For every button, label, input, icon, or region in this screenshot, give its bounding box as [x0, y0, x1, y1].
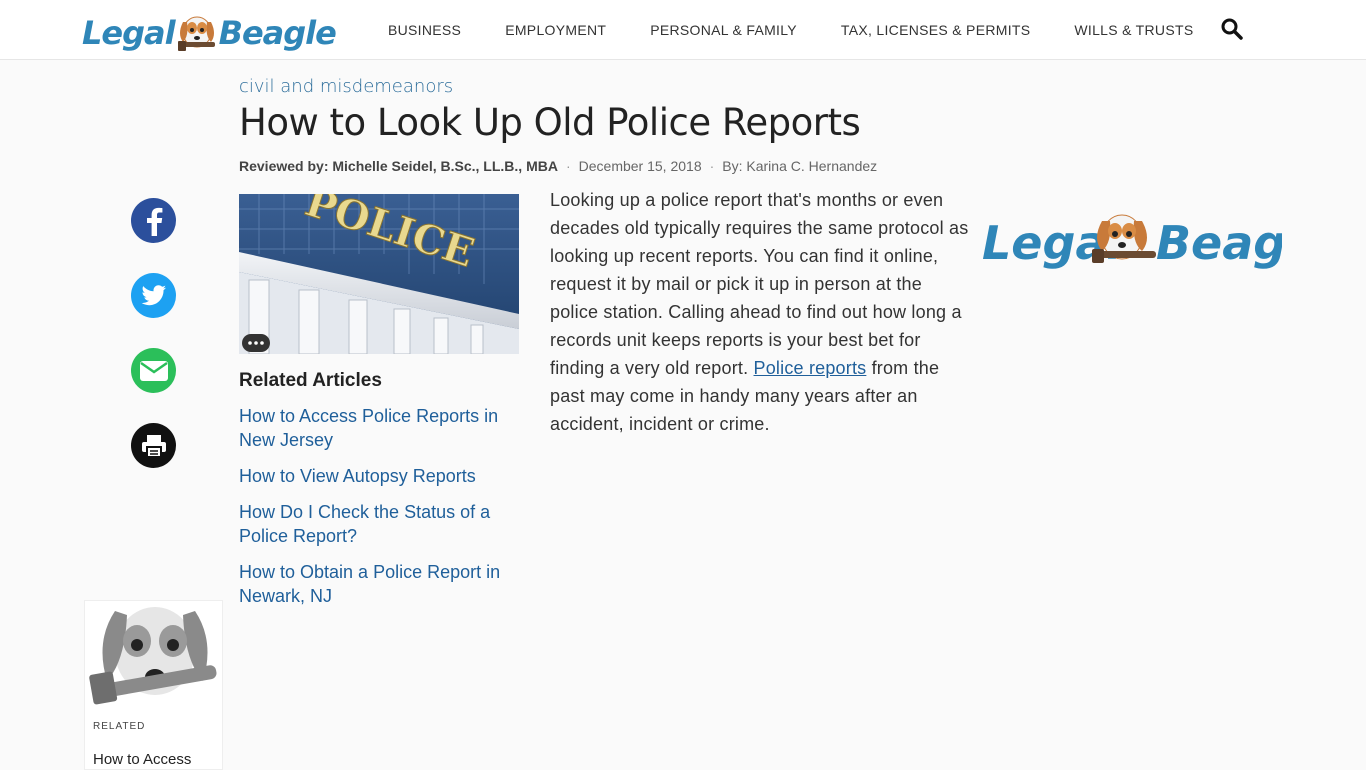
email-share-button[interactable]	[131, 348, 176, 393]
police-building-image: POLICE	[239, 194, 519, 354]
related-card[interactable]: RELATED How to Access	[84, 600, 223, 770]
nav-employment[interactable]: EMPLOYMENT	[505, 22, 606, 38]
related-articles-heading: Related Articles	[239, 370, 382, 391]
site-logo[interactable]: Legal Beagle	[82, 9, 337, 57]
site-header: Legal Beagle BUSINESS EMPLOYMENT PERSONA…	[0, 0, 1366, 60]
ad-logo-text-right: Beagle	[1156, 216, 1282, 270]
related-article-link[interactable]: How to View Autopsy Reports	[239, 464, 519, 488]
beagle-logo-icon	[177, 16, 215, 51]
author-link[interactable]: By: Karina C. Hernandez	[722, 158, 877, 174]
related-article-link[interactable]: How Do I Check the Status of a Police Re…	[239, 500, 519, 548]
print-button[interactable]	[131, 423, 176, 468]
beagle-mascot-icon	[89, 607, 217, 705]
reviewed-by: Reviewed by: Michelle Seidel, B.Sc., LL.…	[239, 158, 558, 174]
related-card-title: How to Access	[93, 751, 192, 768]
meta-separator: ·	[565, 158, 571, 174]
legalbeagle-logo-image: Legal Beagle	[982, 214, 1333, 270]
twitter-share-button[interactable]	[131, 273, 176, 318]
nav-business[interactable]: BUSINESS	[388, 22, 461, 38]
hero-image: POLICE	[239, 194, 519, 354]
article-meta: Reviewed by: Michelle Seidel, B.Sc., LL.…	[239, 158, 877, 174]
sidebar-logo-ad[interactable]: Legal Beagle	[982, 205, 1333, 280]
related-article-link[interactable]: How to Access Police Reports in New Jers…	[239, 404, 519, 452]
nav-personal-family[interactable]: PERSONAL & FAMILY	[650, 22, 797, 38]
publish-date: December 15, 2018	[578, 158, 702, 174]
social-share-bar	[131, 198, 176, 498]
search-icon	[1221, 18, 1243, 40]
search-button[interactable]	[1220, 17, 1244, 41]
image-options-button[interactable]	[242, 334, 270, 352]
nav-tax-licenses-permits[interactable]: TAX, LICENSES & PERMITS	[841, 22, 1030, 38]
page-title: How to Look Up Old Police Reports	[239, 101, 861, 144]
body-text-part: Looking up a police report that's months…	[550, 190, 969, 378]
article-category-link[interactable]: civil and misdemeanors	[239, 76, 453, 97]
print-icon	[141, 434, 166, 458]
related-article-link[interactable]: How to Obtain a Police Report in Newark,…	[239, 560, 519, 608]
email-icon	[139, 360, 168, 381]
article-body: Looking up a police report that's months…	[550, 186, 970, 438]
twitter-icon	[141, 284, 166, 305]
logo-text-right: Beagle	[218, 14, 337, 52]
facebook-icon	[146, 207, 162, 236]
related-articles-list: How to Access Police Reports in New Jers…	[239, 404, 519, 620]
related-card-image	[85, 601, 222, 711]
meta-separator: ·	[709, 158, 715, 174]
nav-wills-trusts[interactable]: WILLS & TRUSTS	[1074, 22, 1193, 38]
police-reports-link[interactable]: Police reports	[754, 358, 867, 378]
main-nav: BUSINESS EMPLOYMENT PERSONAL & FAMILY TA…	[388, 0, 1237, 59]
related-card-label: RELATED	[93, 721, 146, 732]
facebook-share-button[interactable]	[131, 198, 176, 243]
logo-text-left: Legal	[82, 14, 176, 52]
more-dots-icon	[248, 341, 264, 345]
